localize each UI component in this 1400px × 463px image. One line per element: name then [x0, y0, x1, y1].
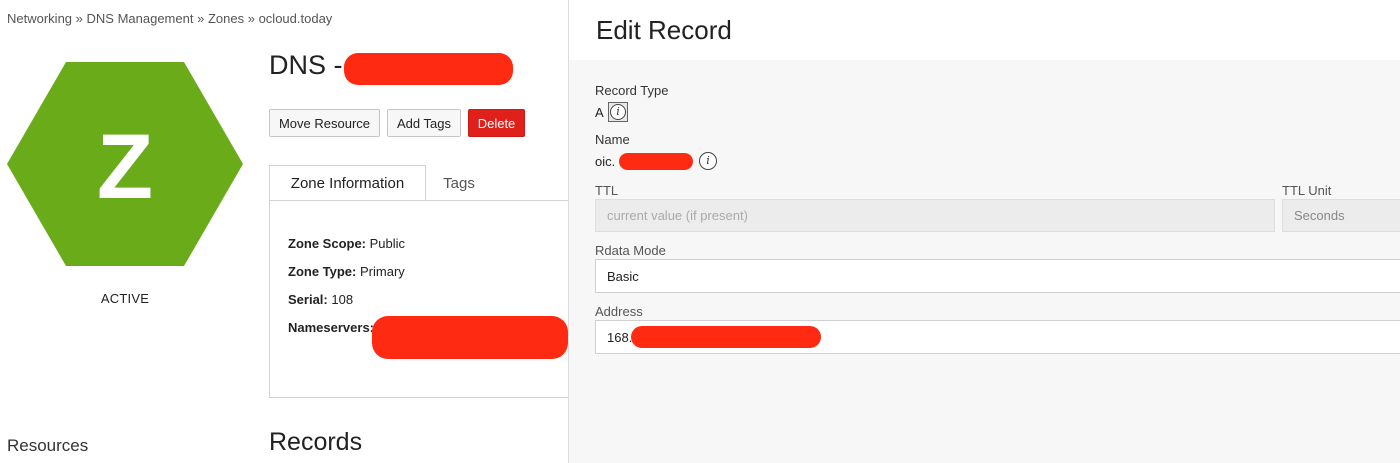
rdata-mode-select[interactable]: Basic: [595, 259, 1400, 293]
zone-scope-row: Zone Scope: Public: [288, 236, 405, 251]
zone-icon-letter: Z: [97, 116, 153, 218]
zone-type-value: Primary: [360, 264, 405, 279]
edit-record-header: Edit Record: [569, 0, 1400, 60]
ttl-unit-select[interactable]: Seconds: [1282, 199, 1400, 232]
records-heading: Records: [269, 428, 363, 456]
nameservers-row: Nameservers:: [288, 320, 374, 335]
record-type-value: A: [595, 105, 604, 120]
tab-zone-information[interactable]: Zone Information: [269, 165, 426, 201]
ttl-placeholder: current value (if present): [607, 208, 748, 223]
ttl-label: TTL: [595, 183, 619, 198]
zone-details-panel: Networking » DNS Management » Zones » oc…: [0, 0, 568, 463]
edit-record-title: Edit Record: [596, 15, 732, 45]
page-title: DNS -: [269, 50, 343, 81]
breadcrumb-separator: »: [75, 11, 83, 26]
record-type-info-button[interactable]: i: [608, 102, 628, 122]
name-value: oic.: [595, 154, 616, 169]
info-icon: i: [610, 104, 626, 120]
move-resource-button[interactable]: Move Resource: [269, 109, 380, 137]
serial-label: Serial:: [288, 292, 328, 307]
redaction-name: [619, 153, 693, 170]
zone-scope-label: Zone Scope:: [288, 236, 367, 251]
zone-hexagon-icon: Z: [7, 62, 243, 266]
breadcrumb-separator: »: [247, 11, 255, 26]
redaction-title: [344, 53, 513, 85]
ttl-unit-value: Seconds: [1294, 208, 1345, 223]
resources-heading: Resources: [7, 436, 89, 455]
page-title-prefix: DNS -: [269, 50, 343, 80]
tab-tags[interactable]: Tags: [426, 165, 492, 201]
record-type-label: Record Type: [595, 83, 669, 98]
redaction-address: [631, 326, 821, 348]
breadcrumb-separator: »: [197, 11, 205, 26]
rdata-mode-value: Basic: [607, 268, 639, 284]
address-label: Address: [595, 304, 643, 319]
breadcrumb-dns-management[interactable]: DNS Management: [87, 11, 194, 26]
rdata-mode-label: Rdata Mode: [595, 243, 666, 258]
add-tags-button[interactable]: Add Tags: [387, 109, 461, 137]
ttl-unit-label: TTL Unit: [1282, 183, 1332, 198]
ttl-input[interactable]: current value (if present): [595, 199, 1275, 232]
address-value: 168.: [607, 329, 633, 345]
zone-type-row: Zone Type: Primary: [288, 264, 405, 279]
serial-value: 108: [331, 292, 354, 307]
redaction-nameservers: [372, 316, 568, 359]
info-icon[interactable]: i: [699, 152, 717, 170]
breadcrumb-current-zone: ocloud.today: [258, 11, 333, 26]
breadcrumb-zones[interactable]: Zones: [208, 11, 244, 26]
zone-type-label: Zone Type:: [288, 264, 357, 279]
zone-status: ACTIVE: [100, 291, 150, 306]
edit-record-panel: Edit Record Record Type A i Name oic. i …: [568, 0, 1400, 463]
serial-row: Serial: 108: [288, 292, 353, 307]
breadcrumb-networking[interactable]: Networking: [7, 11, 72, 26]
nameservers-label: Nameservers:: [288, 320, 375, 335]
breadcrumb: Networking » DNS Management » Zones » oc…: [7, 11, 332, 26]
delete-button[interactable]: Delete: [468, 109, 525, 137]
name-label: Name: [595, 132, 630, 147]
zone-scope-value: Public: [369, 236, 406, 251]
